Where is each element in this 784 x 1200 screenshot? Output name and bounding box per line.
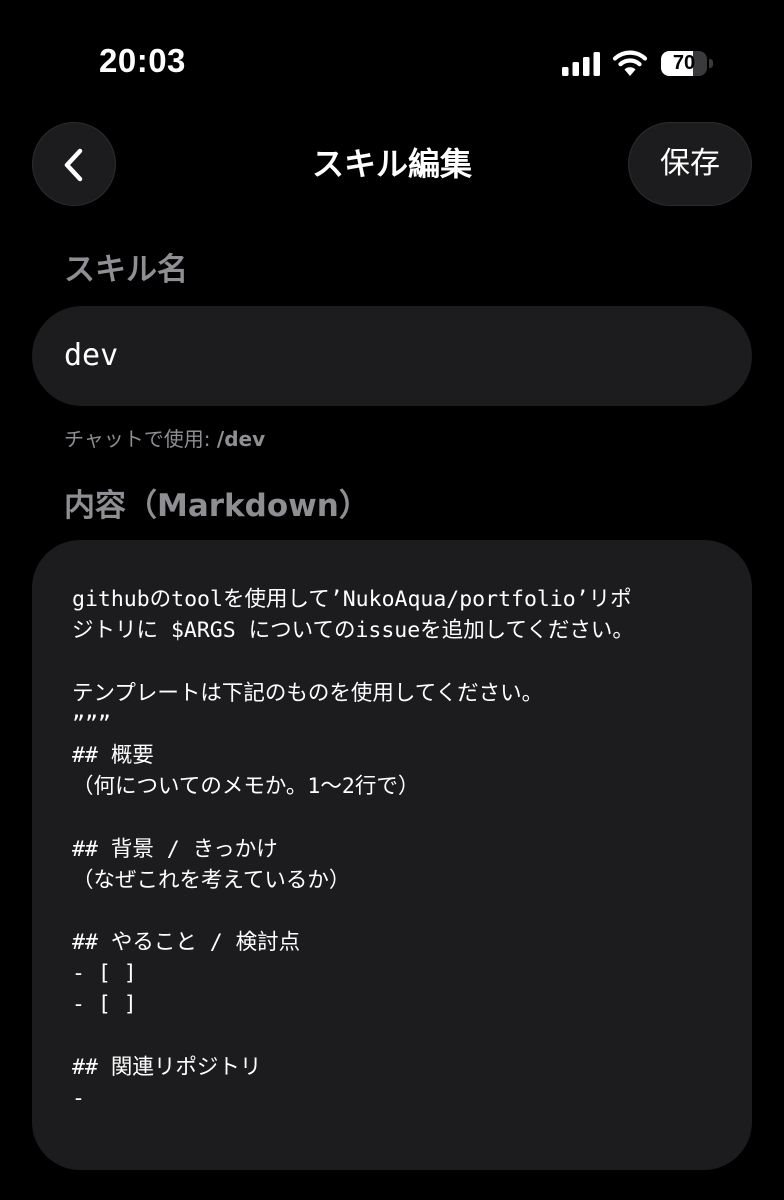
content-line: -	[72, 1086, 85, 1111]
battery-level: 70	[672, 52, 696, 74]
wifi-icon	[612, 50, 648, 76]
status-bar: 20:03 70	[0, 0, 784, 110]
save-button[interactable]: 保存	[628, 122, 752, 206]
content-line: （なぜこれを考えているか）	[72, 867, 351, 893]
skill-name-label: スキル名	[64, 252, 188, 288]
content-editor[interactable]: githubのtoolを使用して’NukoAqua/portfolio’リポ ジ…	[32, 540, 752, 1170]
content-line: ## 関連リポジトリ	[72, 1054, 262, 1080]
status-time: 20:03	[99, 42, 186, 79]
content-line	[72, 802, 712, 833]
battery-body: 70	[661, 51, 707, 76]
content-label: 内容（Markdown）	[64, 488, 370, 524]
content-line: ## 概要	[72, 742, 154, 768]
content-line: （何についてのメモか。1〜2行で）	[72, 774, 420, 800]
skill-name-input[interactable]: dev	[32, 306, 752, 406]
content-line: ## 背景 / きっかけ	[72, 836, 278, 862]
cellular-signal-icon	[562, 52, 600, 76]
content-line	[72, 1021, 712, 1052]
page-title: スキル編集	[311, 145, 472, 183]
battery-icon: 70	[661, 51, 715, 76]
content-line: - [ ]	[72, 961, 137, 987]
content-line: ジトリに $ARGS についてのissueを追加してください。	[72, 618, 634, 644]
content-line: ”””	[72, 711, 111, 737]
content-line: - [ ]	[72, 992, 137, 1018]
content-line	[72, 646, 712, 677]
content-line: ## やること / 検討点	[72, 930, 301, 956]
content-line: githubのtoolを使用して’NukoAqua/portfolio’リポ	[72, 587, 632, 612]
back-button[interactable]	[32, 122, 116, 206]
usage-hint-prefix: チャットで使用:	[64, 427, 217, 451]
chevron-left-icon	[64, 148, 83, 182]
battery-cap	[709, 59, 713, 68]
content-line: テンプレートは下記のものを使用してください。	[72, 680, 544, 706]
usage-command: /dev	[216, 427, 266, 451]
content-line	[72, 896, 712, 927]
usage-hint: チャットで使用: /dev	[64, 423, 265, 452]
